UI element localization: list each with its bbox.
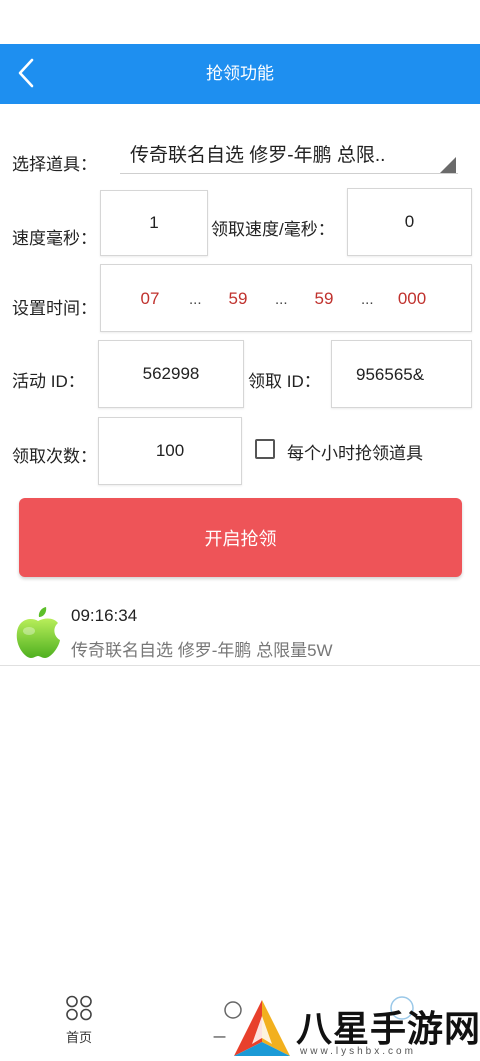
four-circles-icon[interactable] <box>64 995 94 1021</box>
time-separator: ... <box>189 291 202 308</box>
page-title: 抢领功能 <box>206 64 274 83</box>
time-input[interactable]: 07 ... 59 ... 59 ... 000 <box>100 264 472 332</box>
watermark-text: 八星手游网 <box>296 1008 480 1049</box>
hourly-claim-checkbox[interactable] <box>255 439 275 459</box>
time-separator: ... <box>361 291 374 308</box>
nav-second-label[interactable]: 一 <box>213 1027 226 1046</box>
nav-home-label[interactable]: 首页 <box>66 1027 92 1046</box>
claim-id-input[interactable]: 956565& <box>331 340 472 408</box>
watermark-logo <box>234 1000 290 1056</box>
time-minute[interactable]: 59 <box>215 265 261 333</box>
time-millisecond[interactable]: 000 <box>387 265 437 333</box>
item-select[interactable]: 传奇联名自选 修罗-年鹏 总限.. <box>130 140 385 167</box>
speed-input-value: 1 <box>149 213 159 232</box>
item-select-underline <box>120 173 458 174</box>
claim-id-value: 956565& <box>356 365 425 384</box>
time-hour[interactable]: 07 <box>127 265 173 333</box>
activity-id-input[interactable]: 562998 <box>98 340 244 408</box>
activity-id-label: 活动 ID： <box>12 372 85 391</box>
claim-count-input[interactable]: 100 <box>98 417 242 485</box>
watermark-url: www.lyshbx.com <box>300 1046 416 1057</box>
dropdown-arrow-icon[interactable] <box>440 157 456 173</box>
speed-input[interactable]: 1 <box>100 190 208 256</box>
app-header: 抢领功能 <box>0 44 480 104</box>
status-bar-area <box>0 0 480 44</box>
speed-label: 速度毫秒： <box>12 229 97 248</box>
log-message: 传奇联名自选 修罗-年鹏 总限量5W <box>71 641 333 660</box>
apple-icon <box>16 607 61 658</box>
start-claim-button[interactable]: 开启抢领 <box>19 498 462 577</box>
claim-id-label: 领取 ID： <box>248 372 321 391</box>
log-divider <box>0 665 480 666</box>
time-separator: ... <box>275 291 288 308</box>
time-label: 设置时间： <box>12 299 97 318</box>
time-second[interactable]: 59 <box>301 265 347 333</box>
hourly-claim-label[interactable]: 每个小时抢领道具 <box>287 439 423 464</box>
claim-count-label: 领取次数： <box>12 447 97 466</box>
claim-speed-input-value: 0 <box>404 212 415 231</box>
log-time: 09:16:34 <box>71 606 138 625</box>
claim-speed-label: 领取速度/毫秒： <box>211 220 335 239</box>
item-select-label: 选择道具： <box>12 155 97 174</box>
claim-speed-input[interactable]: 0 <box>347 188 472 256</box>
claim-count-value: 100 <box>155 441 185 460</box>
activity-id-value: 562998 <box>142 364 200 383</box>
